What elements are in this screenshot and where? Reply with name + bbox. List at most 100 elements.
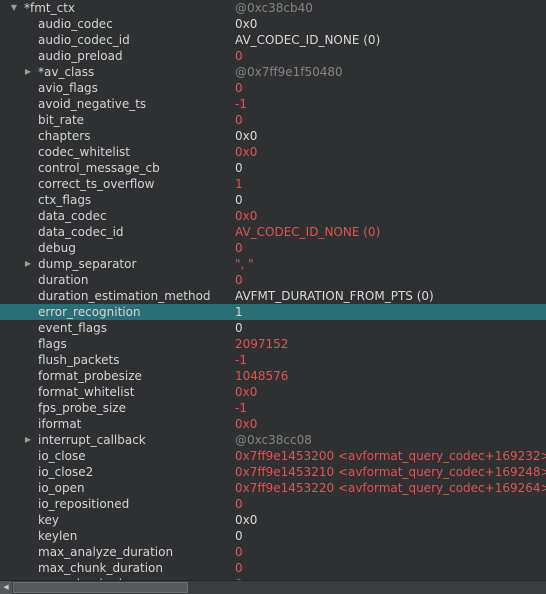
- expand-triangle-down-icon[interactable]: ▼: [8, 0, 20, 16]
- variable-value[interactable]: 1: [235, 304, 243, 320]
- variable-row[interactable]: ▼ *fmt_ctx @0xc38cb40: [0, 0, 546, 16]
- variable-row[interactable]: max_analyze_duration 0: [0, 544, 546, 560]
- variable-name: flush_packets: [38, 353, 120, 367]
- variable-value[interactable]: 0x0: [235, 512, 257, 528]
- variable-value[interactable]: 1: [235, 176, 243, 192]
- scroll-left-arrow-icon[interactable]: ◀: [0, 581, 12, 594]
- variable-value[interactable]: 0: [235, 80, 243, 96]
- variable-value[interactable]: 0x0: [235, 16, 257, 32]
- variable-row[interactable]: io_repositioned 0: [0, 496, 546, 512]
- variable-row[interactable]: ▶ dump_separator ", ": [0, 256, 546, 272]
- variable-row[interactable]: codec_whitelist 0x0: [0, 144, 546, 160]
- variable-value[interactable]: 0: [235, 544, 243, 560]
- variable-row[interactable]: error_recognition 1: [0, 304, 546, 320]
- variable-row[interactable]: event_flags 0: [0, 320, 546, 336]
- variable-value[interactable]: 0x7ff9e1453220 <avformat_query_codec+169…: [235, 480, 546, 496]
- variable-value[interactable]: 0: [235, 48, 243, 64]
- variable-row[interactable]: duration_estimation_method AVFMT_DURATION…: [0, 288, 546, 304]
- variable-value[interactable]: 0: [235, 160, 243, 176]
- variable-name: *fmt_ctx: [24, 1, 76, 15]
- variable-name: data_codec_id: [38, 225, 124, 239]
- variable-row[interactable]: ▶ interrupt_callback @0xc38cc08: [0, 432, 546, 448]
- variable-tree[interactable]: ▼ *fmt_ctx @0xc38cb40 audio_codec 0x0 audio_c…: [0, 0, 546, 580]
- variable-row[interactable]: flags 2097152: [0, 336, 546, 352]
- variable-row[interactable]: key 0x0: [0, 512, 546, 528]
- variable-row[interactable]: max_chunk_duration 0: [0, 560, 546, 576]
- variable-row[interactable]: ▶ *av_class @0x7ff9e1f50480: [0, 64, 546, 80]
- variable-row[interactable]: chapters 0x0: [0, 128, 546, 144]
- variable-value[interactable]: 2097152: [235, 336, 288, 352]
- variable-value[interactable]: 0x0: [235, 384, 257, 400]
- variable-value[interactable]: 0x0: [235, 144, 257, 160]
- variable-value[interactable]: 0: [235, 320, 243, 336]
- variable-value[interactable]: AV_CODEC_ID_NONE (0): [235, 224, 380, 240]
- variable-row[interactable]: fps_probe_size -1: [0, 400, 546, 416]
- variable-name: max_analyze_duration: [38, 545, 174, 559]
- variable-value[interactable]: 0: [235, 560, 243, 576]
- variable-name: audio_codec_id: [38, 33, 130, 47]
- variable-value[interactable]: 0: [235, 192, 243, 208]
- variable-row[interactable]: debug 0: [0, 240, 546, 256]
- variable-row[interactable]: data_codec_id AV_CODEC_ID_NONE (0): [0, 224, 546, 240]
- variable-value[interactable]: 0: [235, 272, 243, 288]
- variable-value[interactable]: ", ": [235, 256, 254, 272]
- variable-value[interactable]: AV_CODEC_ID_NONE (0): [235, 32, 380, 48]
- variable-row[interactable]: avoid_negative_ts -1: [0, 96, 546, 112]
- expand-triangle-right-icon[interactable]: ▶: [22, 64, 34, 80]
- horizontal-scrollbar[interactable]: ◀: [0, 580, 546, 594]
- variable-row[interactable]: correct_ts_overflow 1: [0, 176, 546, 192]
- variable-value[interactable]: -1: [235, 352, 247, 368]
- variable-row[interactable]: io_open 0x7ff9e1453220 <avformat_query_co…: [0, 480, 546, 496]
- variable-value[interactable]: 0x0: [235, 128, 257, 144]
- variable-row[interactable]: data_codec 0x0: [0, 208, 546, 224]
- variable-row[interactable]: ctx_flags 0: [0, 192, 546, 208]
- horizontal-scrollbar-track[interactable]: [189, 581, 546, 594]
- variable-row[interactable]: audio_preload 0: [0, 48, 546, 64]
- variable-value[interactable]: 0: [235, 112, 243, 128]
- variable-value[interactable]: 0: [235, 240, 243, 256]
- variable-value[interactable]: 1048576: [235, 368, 288, 384]
- variable-value[interactable]: @0x7ff9e1f50480: [235, 64, 343, 80]
- variable-row[interactable]: audio_codec 0x0: [0, 16, 546, 32]
- variable-value[interactable]: @0xc38cb40: [235, 0, 313, 16]
- variable-value[interactable]: 0x7ff9e1453200 <avformat_query_codec+169…: [235, 448, 546, 464]
- horizontal-scrollbar-thumb[interactable]: [13, 582, 188, 593]
- variable-value[interactable]: 0: [235, 528, 243, 544]
- expand-triangle-right-icon[interactable]: ▶: [22, 256, 34, 272]
- variable-value[interactable]: 0x7ff9e1453210 <avformat_query_codec+169…: [235, 464, 546, 480]
- variable-name: fps_probe_size: [38, 401, 126, 415]
- variable-row[interactable]: io_close2 0x7ff9e1453210 <avformat_query_…: [0, 464, 546, 480]
- variable-name: debug: [38, 241, 76, 255]
- variable-row[interactable]: io_close 0x7ff9e1453200 <avformat_query_c…: [0, 448, 546, 464]
- variable-row[interactable]: audio_codec_id AV_CODEC_ID_NONE (0): [0, 32, 546, 48]
- variable-value[interactable]: 0x0: [235, 416, 257, 432]
- variable-row[interactable]: iformat 0x0: [0, 416, 546, 432]
- variable-name: io_close: [38, 449, 86, 463]
- variable-row[interactable]: control_message_cb 0: [0, 160, 546, 176]
- variable-row[interactable]: avio_flags 0: [0, 80, 546, 96]
- variable-row[interactable]: format_whitelist 0x0: [0, 384, 546, 400]
- variable-value[interactable]: 0x0: [235, 208, 257, 224]
- variable-row[interactable]: format_probesize 1048576: [0, 368, 546, 384]
- variable-row[interactable]: flush_packets -1: [0, 352, 546, 368]
- variable-row[interactable]: keylen 0: [0, 528, 546, 544]
- variable-value[interactable]: -1: [235, 400, 247, 416]
- variable-value[interactable]: @0xc38cc08: [235, 432, 312, 448]
- variable-value[interactable]: AVFMT_DURATION_FROM_PTS (0): [235, 288, 434, 304]
- variable-value[interactable]: -1: [235, 96, 247, 112]
- variable-value[interactable]: 0: [235, 496, 243, 512]
- variable-row[interactable]: bit_rate 0: [0, 112, 546, 128]
- variable-name: audio_codec: [38, 17, 113, 31]
- variable-row[interactable]: duration 0: [0, 272, 546, 288]
- expand-triangle-right-icon[interactable]: ▶: [22, 432, 34, 448]
